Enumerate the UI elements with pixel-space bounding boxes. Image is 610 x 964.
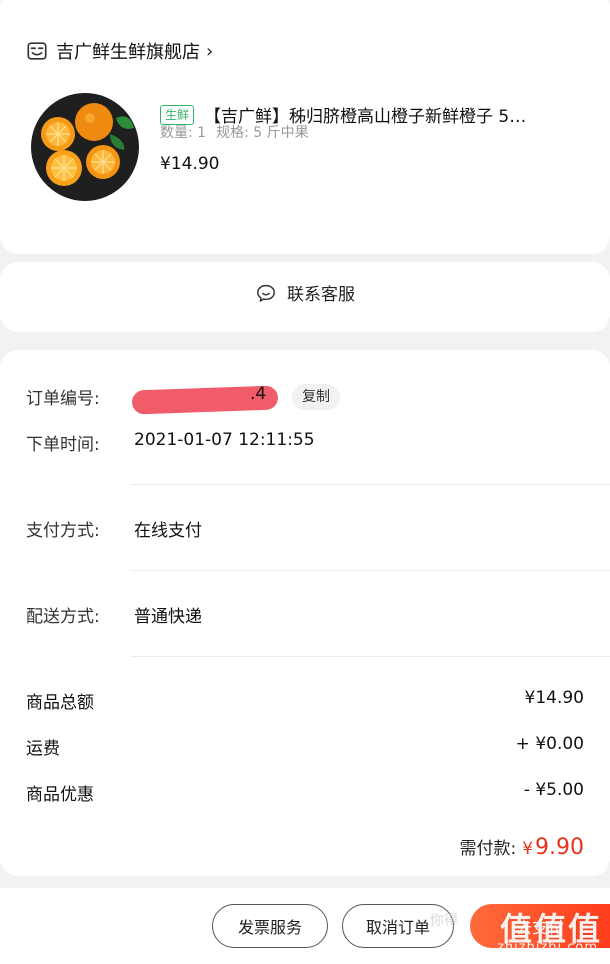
divider xyxy=(130,484,610,485)
product-price: ¥14.90 xyxy=(160,154,220,174)
store-icon xyxy=(27,42,47,60)
payment-method-label: 支付方式: xyxy=(26,521,100,541)
payable-row: 需付款: ¥ 9.90 xyxy=(459,834,584,860)
delivery-method-label: 配送方式: xyxy=(26,607,100,627)
order-number-label: 订单编号: xyxy=(26,389,100,409)
shop-card: 吉广鲜生鲜旗舰店 › 生鲜 【吉广鲜】秭归脐橙高山橙子新鲜橙子 5… 数量: 1… xyxy=(0,0,610,254)
delivery-method-value: 普通快递 xyxy=(134,607,202,627)
shop-link[interactable]: 吉广鲜生鲜旗舰店 › xyxy=(26,38,213,64)
order-number-tail: .4 xyxy=(250,384,267,404)
goods-total-label: 商品总额 xyxy=(26,693,94,713)
contact-service-button[interactable]: 联系客服 xyxy=(0,280,610,305)
payment-method-value: 在线支付 xyxy=(134,521,202,541)
product-spec: 规格: 5 斤中果 xyxy=(216,125,309,141)
cancel-order-button[interactable]: 取消订单 xyxy=(342,904,454,948)
pay-button[interactable]: 去支付 xyxy=(470,904,610,948)
order-card: 订单编号: .4 复制 下单时间: 2021-01-07 12:11:55 支付… xyxy=(0,350,610,876)
discount-row: 商品优惠 - ¥5.00 xyxy=(26,780,584,805)
chat-bubble-icon xyxy=(257,284,275,302)
payable-amount: 9.90 xyxy=(535,835,584,860)
discount-value: - ¥5.00 xyxy=(523,780,584,800)
chevron-right-icon: › xyxy=(206,40,214,62)
divider xyxy=(130,656,610,657)
goods-total-row: 商品总额 ¥14.90 xyxy=(26,688,584,713)
product-image[interactable] xyxy=(28,90,142,204)
payable-currency: ¥ xyxy=(522,839,534,859)
order-time-value: 2021-01-07 12:11:55 xyxy=(134,430,315,450)
shipping-row: 运费 + ¥0.00 xyxy=(26,734,584,759)
copy-order-number-button[interactable]: 复制 xyxy=(292,384,340,410)
goods-total-value: ¥14.90 xyxy=(524,688,584,708)
discount-label: 商品优惠 xyxy=(26,785,94,805)
invoice-service-button[interactable]: 发票服务 xyxy=(212,904,328,948)
contact-service-label: 联系客服 xyxy=(287,285,355,305)
bottom-action-bar: 发票服务 取消订单 去支付 xyxy=(0,888,610,964)
service-card: 联系客服 xyxy=(0,262,610,332)
shipping-value: + ¥0.00 xyxy=(515,734,584,754)
order-time-label: 下单时间: xyxy=(26,435,100,455)
product-quantity: 数量: 1 xyxy=(160,125,207,141)
payable-label: 需付款: xyxy=(459,839,517,859)
shop-name: 吉广鲜生鲜旗舰店 xyxy=(56,42,200,63)
divider xyxy=(130,570,610,571)
product-meta: 数量: 1 规格: 5 斤中果 xyxy=(160,122,309,142)
shipping-label: 运费 xyxy=(26,739,60,759)
